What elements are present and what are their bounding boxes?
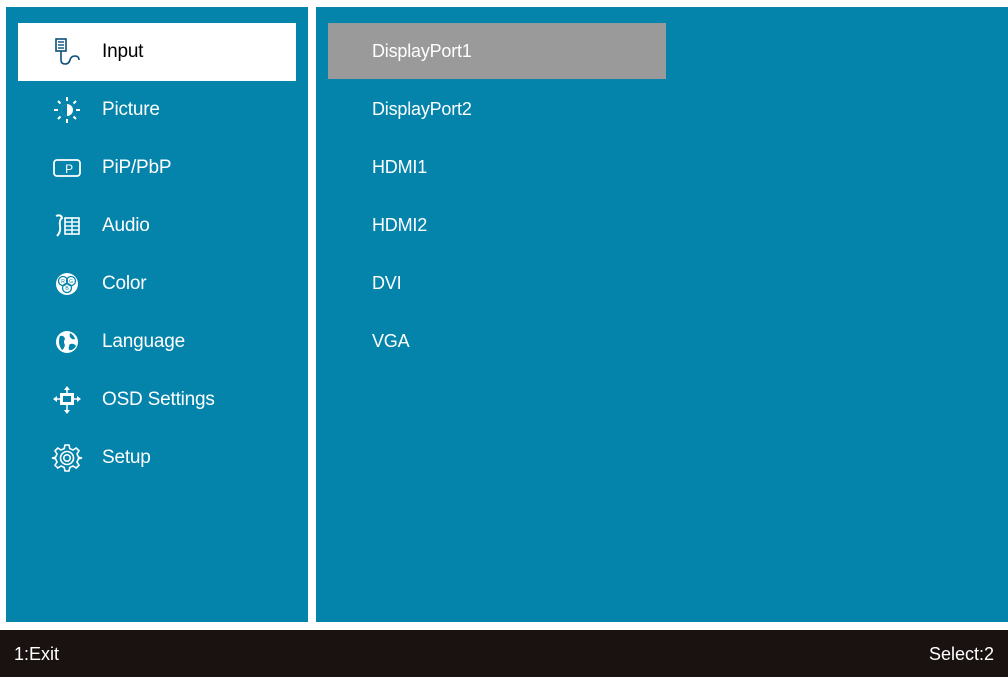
- option-hdmi2[interactable]: HDMI2: [328, 197, 666, 253]
- menu-item-label: Color: [102, 273, 147, 294]
- option-label: HDMI2: [372, 214, 428, 235]
- pip-icon: P: [50, 151, 84, 185]
- menu-item-setup[interactable]: Setup: [18, 429, 296, 487]
- option-label: DisplayPort2: [372, 98, 472, 119]
- option-label: HDMI1: [372, 156, 428, 177]
- input-connector-icon: [50, 35, 84, 69]
- osd-settings-icon: [50, 383, 84, 417]
- menu-item-label: OSD Settings: [102, 389, 215, 410]
- menu-item-language[interactable]: Language: [18, 313, 296, 371]
- menu-item-input[interactable]: Input: [18, 23, 296, 81]
- option-label: VGA: [372, 330, 410, 351]
- menu-item-color[interactable]: R G B Color: [18, 255, 296, 313]
- footer-hint-bar: 1:Exit Select:2: [0, 630, 1008, 677]
- menu-item-label: Input: [102, 41, 144, 62]
- option-vga[interactable]: VGA: [328, 313, 666, 369]
- menu-item-label: PiP/PbP: [102, 157, 172, 178]
- svg-text:R: R: [61, 279, 65, 285]
- globe-icon: [50, 325, 84, 359]
- option-dvi[interactable]: DVI: [328, 255, 666, 311]
- gear-icon: [50, 441, 84, 475]
- exit-hint: 1:Exit: [14, 644, 60, 664]
- brightness-icon: [50, 93, 84, 127]
- submenu-panel: DisplayPort1 DisplayPort2 HDMI1 HDMI2 DV…: [316, 7, 1008, 622]
- menu-item-audio[interactable]: Audio: [18, 197, 296, 255]
- menu-item-label: Setup: [102, 447, 151, 468]
- menu-item-osd-settings[interactable]: OSD Settings: [18, 371, 296, 429]
- main-menu-panel: Input Picture P PiP/PbP Audio R G B Colo…: [6, 7, 308, 622]
- option-displayport1[interactable]: DisplayPort1: [328, 23, 666, 79]
- menu-item-label: Picture: [102, 99, 160, 120]
- rgb-color-icon: R G B: [50, 267, 84, 301]
- menu-item-picture[interactable]: Picture: [18, 81, 296, 139]
- osd-menu: Input Picture P PiP/PbP Audio R G B Colo…: [0, 0, 1008, 677]
- menu-item-label: Language: [102, 331, 185, 352]
- select-hint: Select:2: [928, 644, 994, 664]
- svg-text:P: P: [65, 162, 73, 176]
- option-displayport2[interactable]: DisplayPort2: [328, 81, 666, 137]
- audio-icon: [50, 209, 84, 243]
- option-label: DVI: [372, 272, 402, 293]
- option-label: DisplayPort1: [372, 40, 472, 61]
- option-hdmi1[interactable]: HDMI1: [328, 139, 666, 195]
- svg-text:G: G: [69, 279, 73, 285]
- menu-item-label: Audio: [102, 215, 150, 236]
- menu-item-pip-pbp[interactable]: P PiP/PbP: [18, 139, 296, 197]
